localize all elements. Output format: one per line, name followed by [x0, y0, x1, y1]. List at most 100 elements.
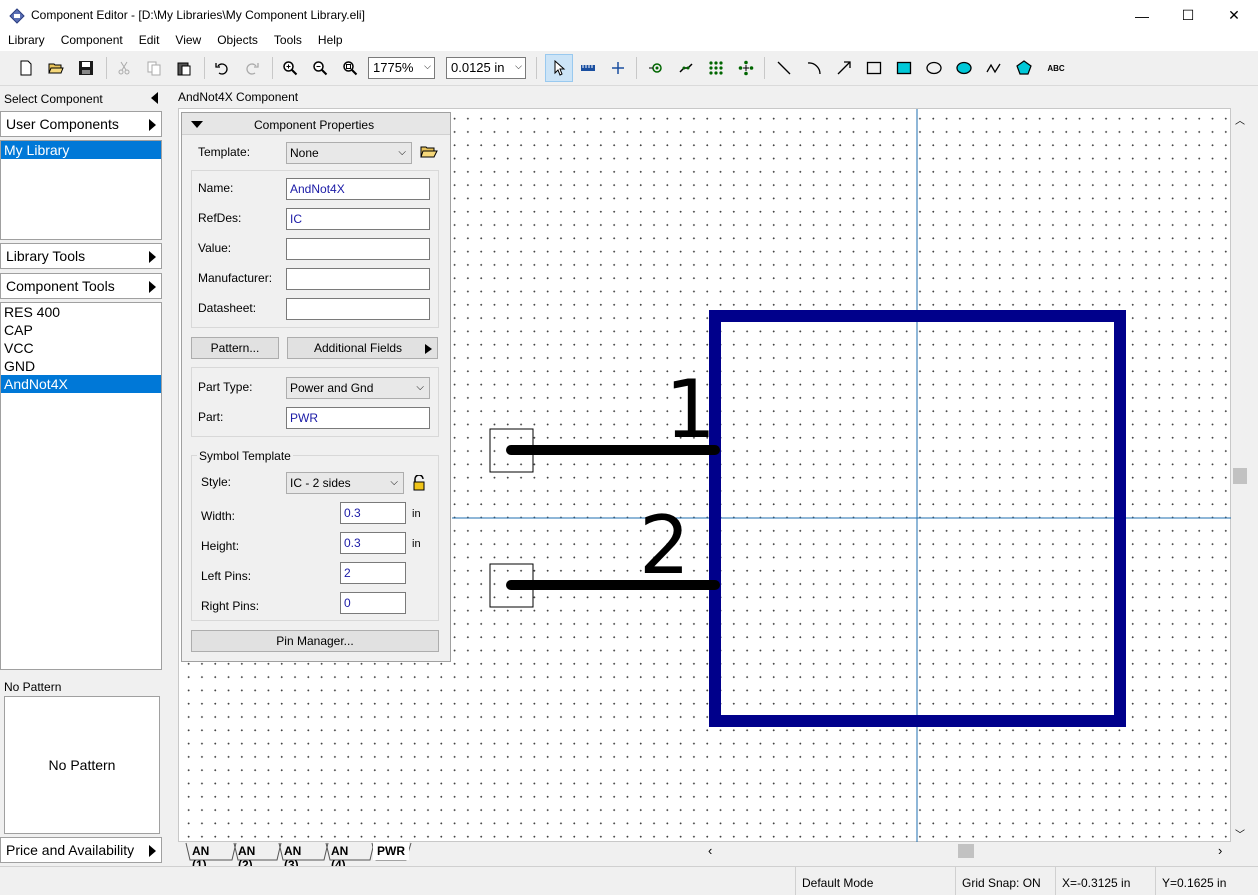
zoom-combo[interactable]: 1775% ⌵	[368, 57, 435, 79]
minimize-button[interactable]: —	[1119, 0, 1165, 31]
name-field[interactable]: AndNot4X	[286, 178, 430, 200]
horizontal-scroll-thumb[interactable]	[958, 844, 974, 858]
chevron-down-icon: ⌵	[424, 61, 431, 71]
horizontal-scrollbar[interactable]: ‹ ›	[704, 842, 1231, 860]
text-icon: ABC	[1047, 63, 1065, 73]
list-item[interactable]: VCC	[1, 339, 161, 357]
grid-pins-button[interactable]	[704, 56, 728, 80]
properties-title: Component Properties	[254, 118, 375, 132]
cut-button[interactable]	[112, 56, 136, 80]
menu-edit[interactable]: Edit	[131, 31, 168, 51]
window-title: Component Editor - [D:\My Libraries\My C…	[31, 8, 365, 22]
tab-an-4[interactable]: AN (4)	[327, 842, 352, 872]
price-availability-button[interactable]: Price and Availability	[0, 837, 162, 863]
toolbar-separator	[636, 57, 637, 79]
grid-size-combo[interactable]: 0.0125 in ⌵	[446, 57, 526, 79]
toolbar: 1775% ⌵ 0.0125 in ⌵ ABC	[0, 51, 1258, 86]
tab-an-1[interactable]: AN (1)	[188, 842, 213, 872]
left-pins-field[interactable]: 2	[340, 562, 406, 584]
lock-icon[interactable]	[412, 475, 426, 491]
ellipse-tool-button[interactable]	[922, 56, 946, 80]
component-properties-panel: Component Properties Template: None ⌵ Na…	[181, 112, 451, 662]
menu-component[interactable]: Component	[53, 31, 131, 51]
width-field[interactable]: 0.3	[340, 502, 406, 524]
undo-button[interactable]	[210, 56, 234, 80]
select-tool-button[interactable]	[545, 54, 573, 82]
polygon-tool-button[interactable]	[1012, 56, 1036, 80]
zoom-fit-button[interactable]	[338, 56, 362, 80]
user-components-button[interactable]: User Components	[0, 111, 162, 137]
toolbar-separator	[272, 57, 273, 79]
polyline-icon	[986, 63, 1001, 74]
tab-an-3[interactable]: AN (3)	[280, 842, 305, 872]
part-field[interactable]: PWR	[286, 407, 430, 429]
pattern-header: No Pattern	[4, 680, 62, 694]
open-button[interactable]	[44, 56, 68, 80]
tab-pwr[interactable]: PWR	[373, 842, 409, 860]
new-button[interactable]	[14, 56, 38, 80]
arc-tool-button[interactable]	[802, 56, 826, 80]
select-arrow-icon	[554, 60, 566, 76]
vertical-scroll-thumb[interactable]	[1233, 468, 1247, 484]
part-type-select[interactable]: Power and Gnd ⌵	[286, 377, 430, 399]
text-tool-button[interactable]: ABC	[1042, 56, 1070, 80]
menu-tools[interactable]: Tools	[266, 31, 310, 51]
height-field[interactable]: 0.3	[340, 532, 406, 554]
scroll-up-icon[interactable]: ︿	[1235, 112, 1245, 127]
collapse-down-icon[interactable]	[191, 121, 203, 128]
manufacturer-field[interactable]	[286, 268, 430, 290]
scroll-down-icon[interactable]: ﹀	[1235, 826, 1245, 841]
list-item[interactable]: My Library	[1, 141, 161, 159]
zoom-in-button[interactable]	[278, 56, 302, 80]
save-button[interactable]	[74, 56, 98, 80]
list-item[interactable]: GND	[1, 357, 161, 375]
menu-library[interactable]: Library	[0, 31, 53, 51]
zoom-out-button[interactable]	[308, 56, 332, 80]
list-item[interactable]: RES 400	[1, 303, 161, 321]
template-select[interactable]: None ⌵	[286, 142, 412, 164]
rectangle-tool-button[interactable]	[862, 56, 886, 80]
pin-button[interactable]	[644, 56, 668, 80]
arrow-tool-button[interactable]	[832, 56, 856, 80]
menu-help[interactable]: Help	[310, 31, 351, 51]
tab-an-2[interactable]: AN (2)	[234, 842, 259, 872]
properties-header[interactable]: Component Properties	[182, 113, 450, 135]
right-pins-field[interactable]: 0	[340, 592, 406, 614]
paste-button[interactable]	[172, 56, 196, 80]
select-component-label: Select Component	[4, 92, 103, 106]
pin-manager-button[interactable]: Pin Manager...	[191, 630, 439, 652]
chevron-right-icon	[149, 845, 156, 857]
polyline-tool-button[interactable]	[982, 56, 1006, 80]
move-pins-button[interactable]	[734, 56, 758, 80]
wire-button[interactable]	[674, 56, 698, 80]
copy-button[interactable]	[142, 56, 166, 80]
menu-view[interactable]: View	[167, 31, 209, 51]
collapse-left-icon[interactable]	[151, 92, 158, 104]
additional-fields-button[interactable]: Additional Fields	[287, 337, 438, 359]
list-item[interactable]: CAP	[1, 321, 161, 339]
measure-button[interactable]	[576, 56, 600, 80]
line-tool-button[interactable]	[772, 56, 796, 80]
vertical-scrollbar[interactable]: ︿ ﹀	[1231, 108, 1249, 842]
component-tools-button[interactable]: Component Tools	[0, 273, 162, 299]
scroll-right-icon[interactable]: ›	[1218, 843, 1222, 858]
list-item[interactable]: AndNot4X	[1, 375, 161, 393]
toolbar-separator	[536, 57, 537, 79]
crosshair-button[interactable]	[606, 56, 630, 80]
pattern-button[interactable]: Pattern...	[191, 337, 279, 359]
refdes-field[interactable]: IC	[286, 208, 430, 230]
redo-button[interactable]	[240, 56, 264, 80]
filled-rectangle-tool-button[interactable]	[892, 56, 916, 80]
filled-ellipse-tool-button[interactable]	[952, 56, 976, 80]
style-select[interactable]: IC - 2 sides ⌵	[286, 472, 404, 494]
menu-objects[interactable]: Objects	[209, 31, 266, 51]
value-label: Value:	[198, 241, 232, 255]
datasheet-field[interactable]	[286, 298, 430, 320]
select-component-header: Select Component	[0, 88, 164, 110]
scroll-left-icon[interactable]: ‹	[708, 843, 712, 858]
value-field[interactable]	[286, 238, 430, 260]
library-tools-button[interactable]: Library Tools	[0, 243, 162, 269]
close-button[interactable]: ✕	[1211, 0, 1257, 31]
maximize-button[interactable]: ☐	[1165, 0, 1211, 31]
open-folder-icon[interactable]	[420, 144, 438, 160]
